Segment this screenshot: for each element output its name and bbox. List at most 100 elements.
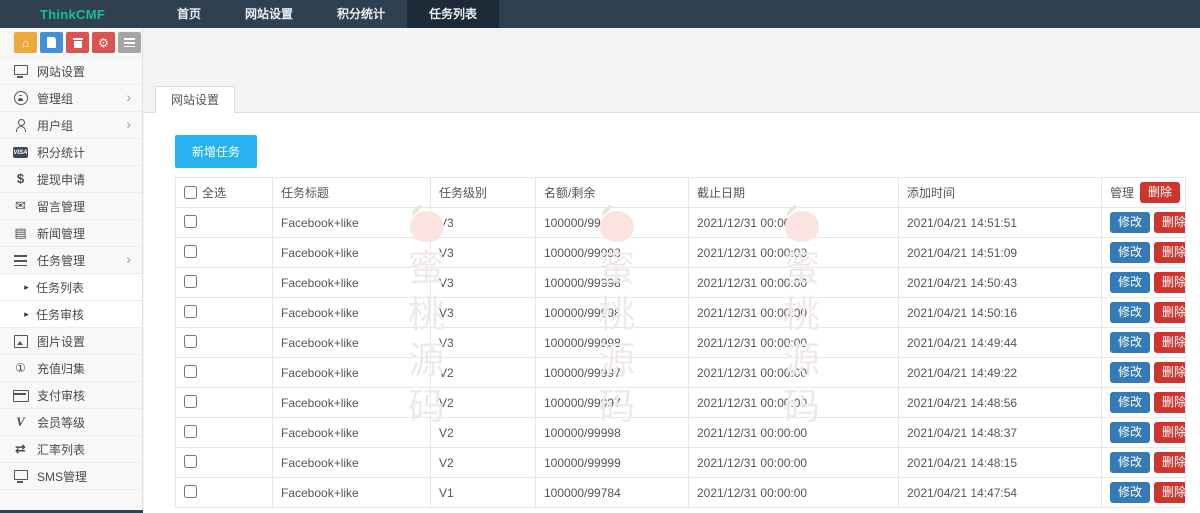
delete-button[interactable]: 删除	[1154, 332, 1185, 353]
trash-icon[interactable]	[66, 32, 89, 53]
task-level-cell: V2	[431, 448, 536, 478]
row-select-cell	[176, 328, 273, 358]
row-actions: 修改删除	[1102, 238, 1186, 268]
row-checkbox[interactable]	[184, 485, 197, 498]
sidebar-item[interactable]: 用户组›	[0, 112, 142, 139]
edit-button[interactable]: 修改	[1110, 452, 1150, 473]
sidebar-item[interactable]: 图片设置	[0, 328, 142, 355]
sidebar-item-label: SMS管理	[37, 468, 87, 485]
sidebar-item[interactable]: ⇄汇率列表	[0, 436, 142, 463]
row-checkbox[interactable]	[184, 245, 197, 258]
sidebar-menu: 网站设置管理组›用户组›积分统计$提现申请✉留言管理▤新闻管理任务管理›▸任务列…	[0, 58, 142, 490]
edit-button[interactable]: 修改	[1110, 392, 1150, 413]
sidebar-item[interactable]: V 会员等级	[0, 409, 142, 436]
list-icon[interactable]	[118, 32, 141, 53]
edit-button[interactable]: 修改	[1110, 242, 1150, 263]
row-checkbox[interactable]	[184, 305, 197, 318]
edit-button[interactable]: 修改	[1110, 272, 1150, 293]
content-panel: 新增任务 全选 任务标题 任务级别 名额/剩余	[144, 113, 1200, 513]
sidebar-item-label: 支付审核	[37, 387, 85, 404]
added-time-cell: 2021/04/21 14:48:56	[899, 388, 1102, 418]
col-header-level: 任务级别	[431, 178, 536, 208]
app-logo[interactable]: ThinkCMF	[0, 0, 145, 28]
table-row: Facebook+likeV2100000/999972021/12/31 00…	[176, 358, 1186, 388]
delete-button[interactable]: 删除	[1154, 392, 1185, 413]
row-checkbox[interactable]	[184, 425, 197, 438]
task-level-cell: V2	[431, 358, 536, 388]
delete-button[interactable]: 删除	[1154, 272, 1185, 293]
deadline-cell: 2021/12/31 00:00:00	[689, 478, 899, 508]
added-time-cell: 2021/04/21 14:47:54	[899, 478, 1102, 508]
vine-icon: V	[13, 415, 28, 429]
news-icon: ▤	[13, 226, 28, 240]
add-task-button[interactable]: 新增任务	[175, 135, 257, 168]
edit-button[interactable]: 修改	[1110, 302, 1150, 323]
bulk-delete-button[interactable]: 删除	[1140, 182, 1180, 203]
edit-button[interactable]: 修改	[1110, 212, 1150, 233]
delete-button[interactable]: 删除	[1154, 482, 1185, 503]
quota-cell: 100000/99999	[536, 448, 689, 478]
sidebar-item[interactable]: 积分统计	[0, 139, 142, 166]
task-title-cell: Facebook+like	[273, 328, 431, 358]
task-title-cell: Facebook+like	[273, 478, 431, 508]
top-nav-item[interactable]: 任务列表	[407, 0, 499, 28]
row-actions: 修改删除	[1102, 268, 1186, 298]
home-icon[interactable]: ⌂	[14, 32, 37, 53]
sidebar-item[interactable]: ✉留言管理	[0, 193, 142, 220]
sidebar-item[interactable]: ▸任务审核	[0, 301, 142, 328]
delete-button[interactable]: 删除	[1154, 302, 1185, 323]
row-checkbox[interactable]	[184, 275, 197, 288]
top-nav-item[interactable]: 积分统计	[315, 0, 407, 28]
row-action-buttons: 修改删除	[1110, 208, 1185, 237]
select-all-checkbox[interactable]	[184, 186, 197, 199]
row-actions: 修改删除	[1102, 418, 1186, 448]
delete-button[interactable]: 删除	[1154, 212, 1185, 233]
sidebar-item[interactable]: ①充值归集	[0, 355, 142, 382]
quick-toolbar: ⌂⚙	[0, 28, 142, 58]
topbar: ThinkCMF 首页网站设置积分统计任务列表	[0, 0, 1200, 28]
row-checkbox[interactable]	[184, 335, 197, 348]
row-checkbox[interactable]	[184, 455, 197, 468]
sidebar-item[interactable]: 网站设置	[0, 58, 142, 85]
sidebar-item[interactable]: 支付审核	[0, 382, 142, 409]
row-checkbox[interactable]	[184, 215, 197, 228]
delete-button[interactable]: 删除	[1154, 452, 1185, 473]
sidebar-item-label: 充值归集	[37, 360, 85, 377]
edit-button[interactable]: 修改	[1110, 332, 1150, 353]
deadline-cell: 2021/12/31 00:00:00	[689, 358, 899, 388]
visa-icon	[13, 147, 28, 158]
top-nav-item[interactable]: 网站设置	[223, 0, 315, 28]
deadline-cell: 2021/12/31 00:00:00	[689, 268, 899, 298]
quota-cell: 100000/99998	[536, 238, 689, 268]
added-time-cell: 2021/04/21 14:51:51	[899, 208, 1102, 238]
tab-site-settings[interactable]: 网站设置	[155, 86, 235, 114]
sidebar-item[interactable]: 管理组›	[0, 85, 142, 112]
sidebar-item[interactable]: $提现申请	[0, 166, 142, 193]
row-actions: 修改删除	[1102, 448, 1186, 478]
edit-button[interactable]: 修改	[1110, 422, 1150, 443]
file-icon[interactable]	[40, 32, 63, 53]
sidebar-item[interactable]: 任务管理›	[0, 247, 142, 274]
row-checkbox[interactable]	[184, 395, 197, 408]
sidebar-item[interactable]: ▤新闻管理	[0, 220, 142, 247]
select-all: 全选	[184, 184, 272, 201]
col-header-added: 添加时间	[899, 178, 1102, 208]
top-nav-item[interactable]: 首页	[155, 0, 223, 28]
delete-button[interactable]: 删除	[1154, 362, 1185, 383]
quota-cell: 100000/99998	[536, 268, 689, 298]
added-time-cell: 2021/04/21 14:50:43	[899, 268, 1102, 298]
edit-button[interactable]: 修改	[1110, 482, 1150, 503]
delete-button[interactable]: 删除	[1154, 242, 1185, 263]
sidebar-item-label: 会员等级	[37, 414, 85, 431]
col-header-title: 任务标题	[273, 178, 431, 208]
row-checkbox[interactable]	[184, 365, 197, 378]
sidebar-item[interactable]: SMS管理	[0, 463, 142, 490]
dollar-icon: $	[13, 172, 28, 186]
sidebar-item[interactable]: ▸任务列表	[0, 274, 142, 301]
row-select-cell	[176, 238, 273, 268]
gear-icon[interactable]: ⚙	[92, 32, 115, 53]
delete-button[interactable]: 删除	[1154, 422, 1185, 443]
edit-button[interactable]: 修改	[1110, 362, 1150, 383]
row-action-buttons: 修改删除	[1110, 418, 1185, 447]
row-action-buttons: 修改删除	[1110, 358, 1185, 387]
